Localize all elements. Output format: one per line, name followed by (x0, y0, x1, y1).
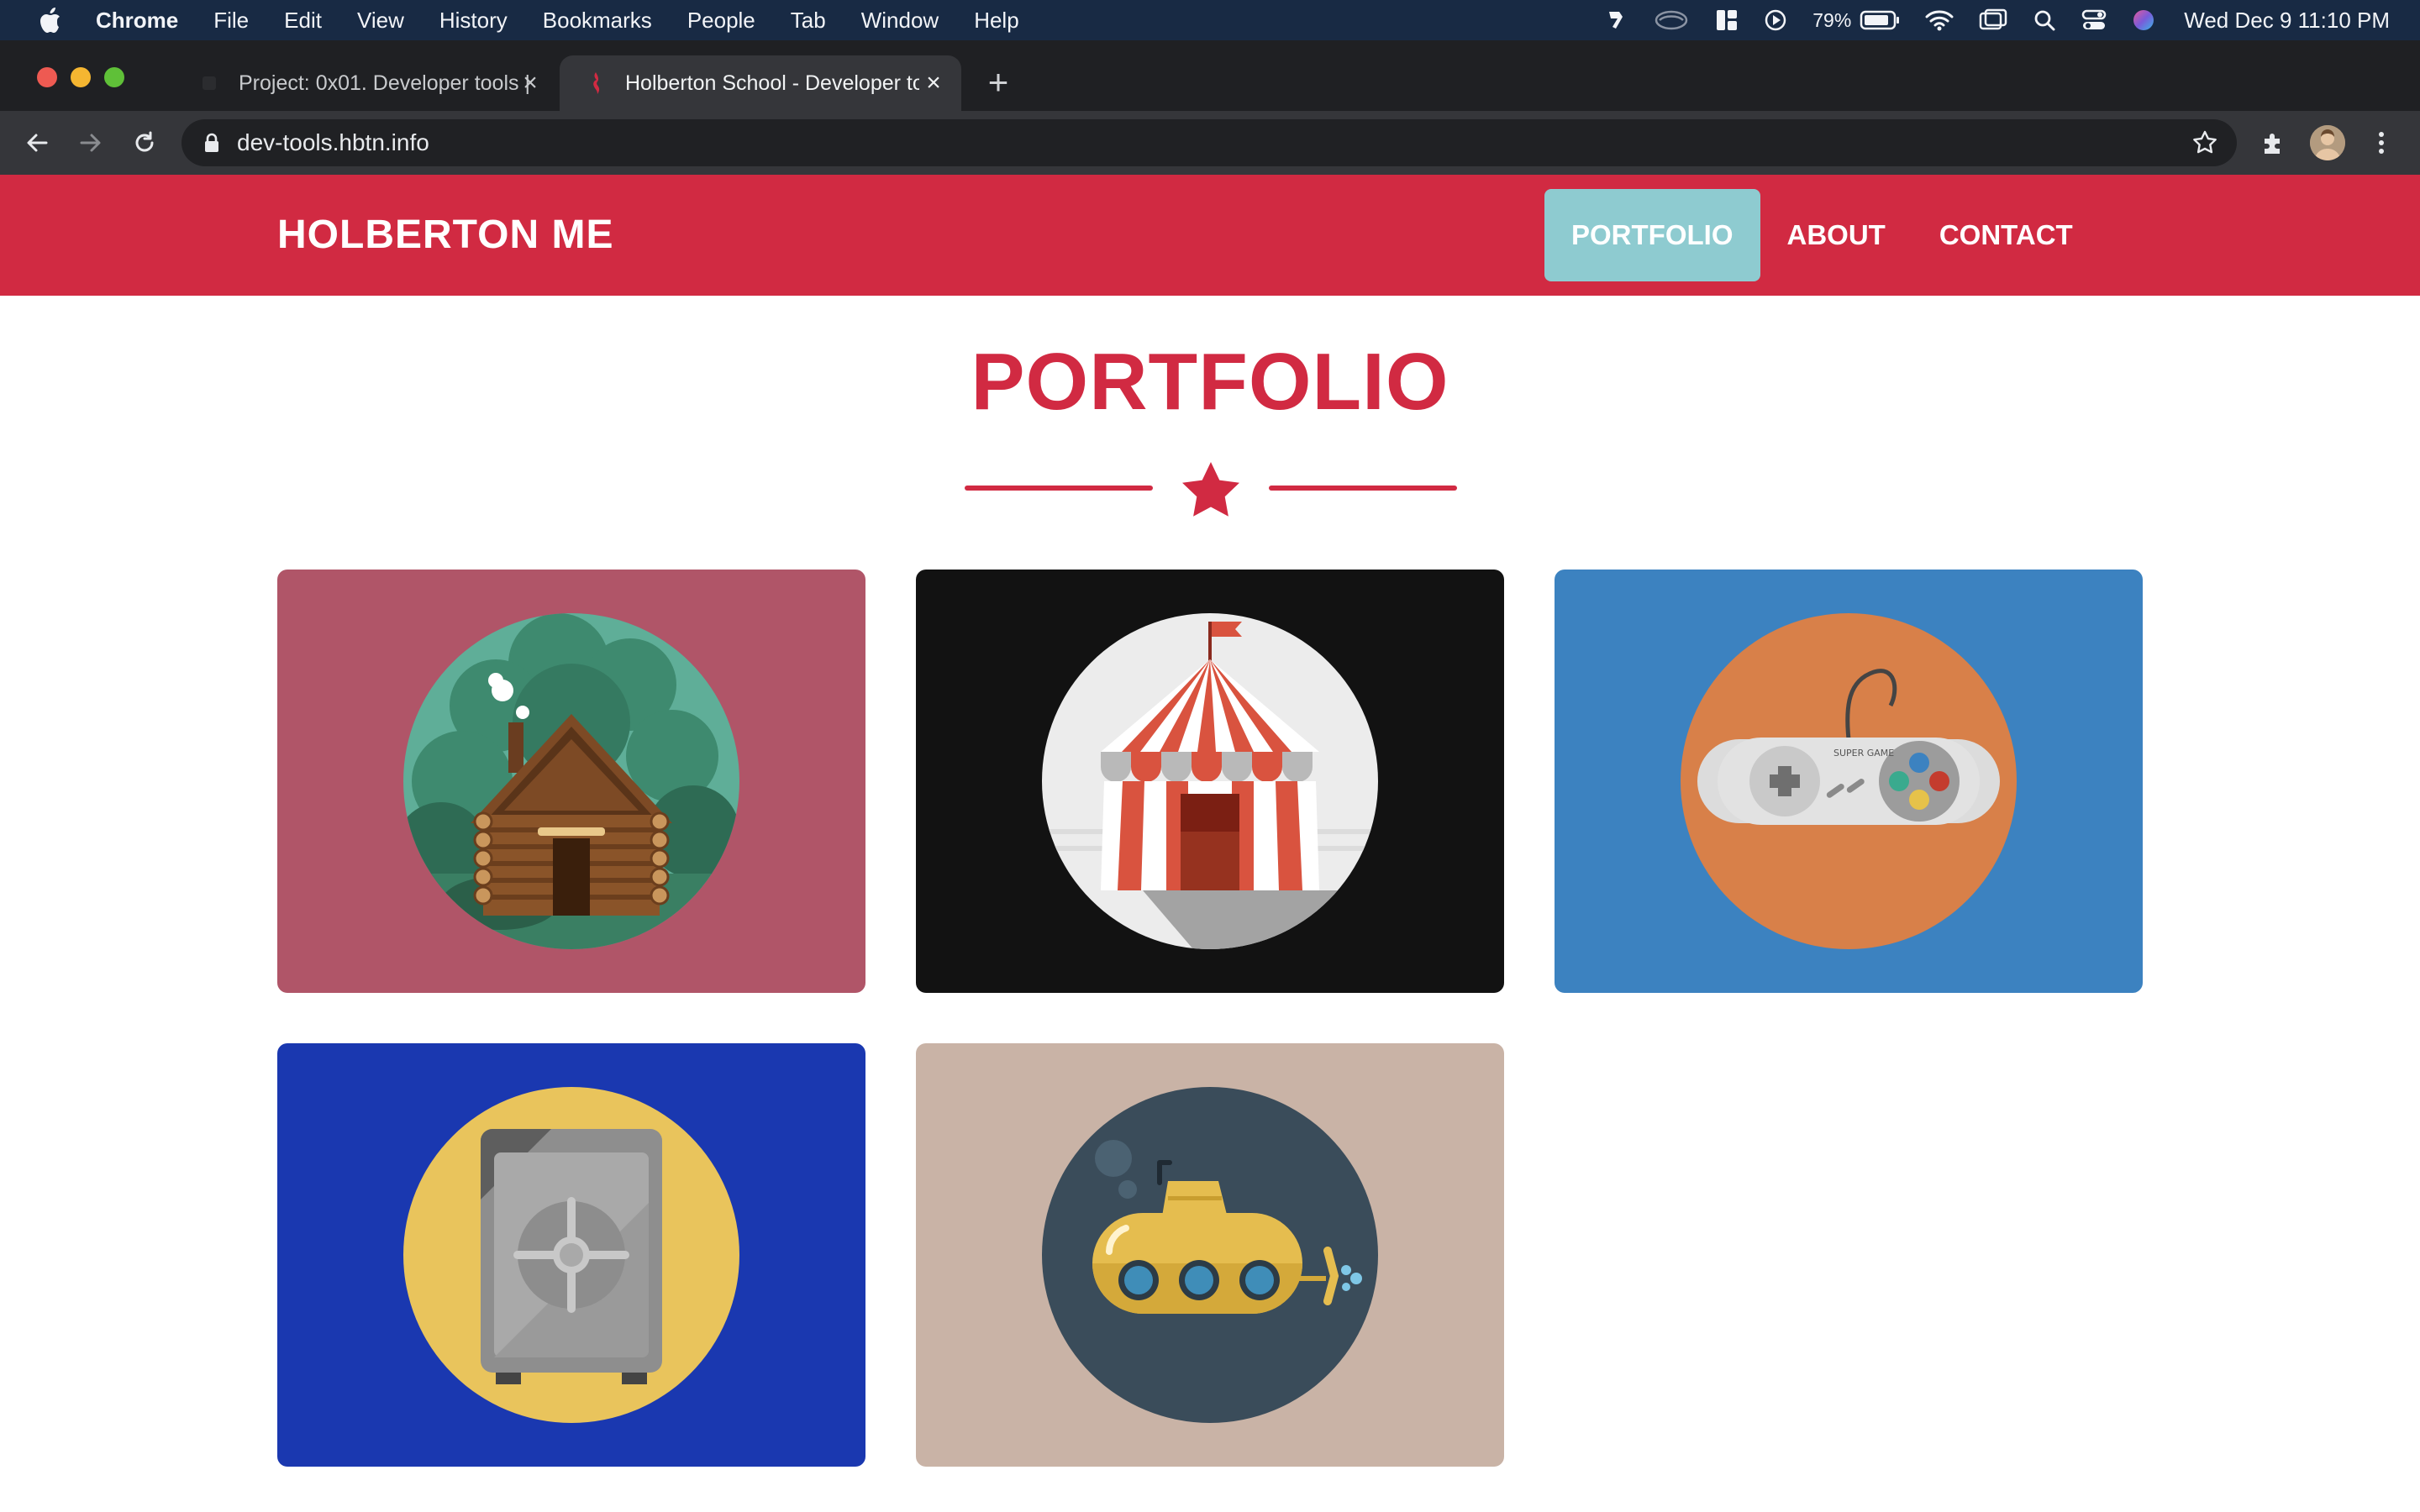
portfolio-item-cabin[interactable] (277, 570, 865, 993)
apple-icon[interactable] (34, 0, 67, 40)
site-logo[interactable]: HOLBERTON ME (277, 175, 613, 296)
nav-contact[interactable]: CONTACT (1912, 189, 2100, 281)
minimize-window-button[interactable] (71, 67, 91, 87)
portfolio-item-circus-tent[interactable] (916, 570, 1504, 993)
circus-tent-illustration-icon (1042, 613, 1378, 949)
star-icon (1182, 462, 1239, 517)
portfolio-item-game-controller[interactable]: SUPER GAME (1555, 570, 2143, 993)
cabin-illustration-icon (403, 613, 739, 949)
kebab-menu-icon (2379, 132, 2384, 154)
browser-toolbar: dev-tools.hbtn.info (0, 111, 2420, 175)
star-divider (965, 460, 1457, 519)
divider-line-right (1269, 486, 1457, 491)
browser-tab-holberton[interactable]: Holberton School - Developer tools × (560, 55, 961, 111)
wifi-icon[interactable] (1925, 8, 1954, 32)
menu-tab[interactable]: Tab (791, 8, 826, 34)
close-tab-icon[interactable]: × (518, 71, 543, 96)
nav-about[interactable]: ABOUT (1760, 189, 1912, 281)
menu-file[interactable]: File (213, 8, 249, 34)
holberton-favicon-icon (581, 69, 610, 97)
spotlight-search-icon[interactable] (2033, 8, 2056, 32)
tab-favicon-icon (195, 69, 224, 97)
site-header: HOLBERTON ME PORTFOLIO ABOUT CONTACT (0, 175, 2420, 296)
forward-arrow-icon (80, 134, 101, 152)
nav-portfolio[interactable]: PORTFOLIO (1544, 189, 1760, 281)
divider-line-left (965, 486, 1153, 491)
extensions-button[interactable] (2255, 124, 2292, 161)
zoom-window-button[interactable] (104, 67, 124, 87)
siri-icon[interactable] (2132, 8, 2155, 32)
menu-view[interactable]: View (357, 8, 404, 34)
portfolio-heading: PORTFOLIO (971, 337, 1449, 427)
profile-button[interactable] (2309, 124, 2346, 161)
portfolio-item-submarine[interactable] (916, 1043, 1504, 1467)
browser-tab-strip: Project: 0x01. Developer tools | Intrane… (0, 40, 2420, 111)
battery-percent: 79% (1812, 8, 1852, 31)
tab-title: Holberton School - Developer tools (625, 71, 919, 95)
menu-edit[interactable]: Edit (284, 8, 322, 34)
battery-icon[interactable] (1860, 9, 1900, 31)
close-tab-icon[interactable]: × (921, 71, 946, 96)
back-arrow-icon (27, 134, 48, 152)
menu-history[interactable]: History (439, 8, 508, 34)
control-center-icon[interactable] (2081, 8, 2107, 32)
play-icon[interactable] (1764, 8, 1787, 32)
safe-illustration-icon (403, 1087, 739, 1423)
reload-button[interactable] (126, 124, 163, 161)
portfolio-item-safe[interactable] (277, 1043, 865, 1467)
close-window-button[interactable] (37, 67, 57, 87)
app-status-icon[interactable] (1604, 8, 1628, 32)
puzzle-piece-icon (2265, 134, 2280, 154)
browser-tab-intranet[interactable]: Project: 0x01. Developer tools | Intrane… (173, 55, 558, 111)
bookmark-star-icon[interactable] (2191, 129, 2218, 156)
back-button[interactable] (18, 124, 55, 161)
menu-clock[interactable]: Wed Dec 9 11:10 PM (2184, 8, 2390, 34)
address-bar[interactable]: dev-tools.hbtn.info (182, 119, 2237, 166)
tab-title: Project: 0x01. Developer tools | Intrane… (239, 71, 533, 95)
menu-people[interactable]: People (687, 8, 755, 34)
menu-app-name[interactable]: Chrome (96, 8, 178, 34)
cloud-icon[interactable] (1653, 8, 1690, 32)
chrome-menu-button[interactable] (2363, 124, 2400, 161)
controller-label: SUPER GAME (1833, 748, 1894, 759)
window-controls (37, 67, 138, 87)
menu-help[interactable]: Help (974, 8, 1018, 34)
menu-window[interactable]: Window (861, 8, 939, 34)
menu-bookmarks[interactable]: Bookmarks (543, 8, 652, 34)
new-tab-button[interactable]: + (981, 65, 1015, 100)
forward-button[interactable] (72, 124, 109, 161)
lock-icon[interactable] (200, 131, 224, 155)
url-text[interactable]: dev-tools.hbtn.info (237, 119, 429, 166)
avatar (2310, 125, 2345, 160)
game-controller-illustration-icon: SUPER GAME (1681, 613, 2017, 949)
reload-icon (135, 131, 154, 152)
submarine-illustration-icon (1042, 1087, 1378, 1423)
site-nav: PORTFOLIO ABOUT CONTACT (1544, 189, 2100, 281)
window-layout-icon[interactable] (1715, 8, 1739, 32)
macos-menu-bar: Chrome File Edit View History Bookmarks … (0, 0, 2420, 40)
screen-mirroring-icon[interactable] (1979, 8, 2007, 32)
